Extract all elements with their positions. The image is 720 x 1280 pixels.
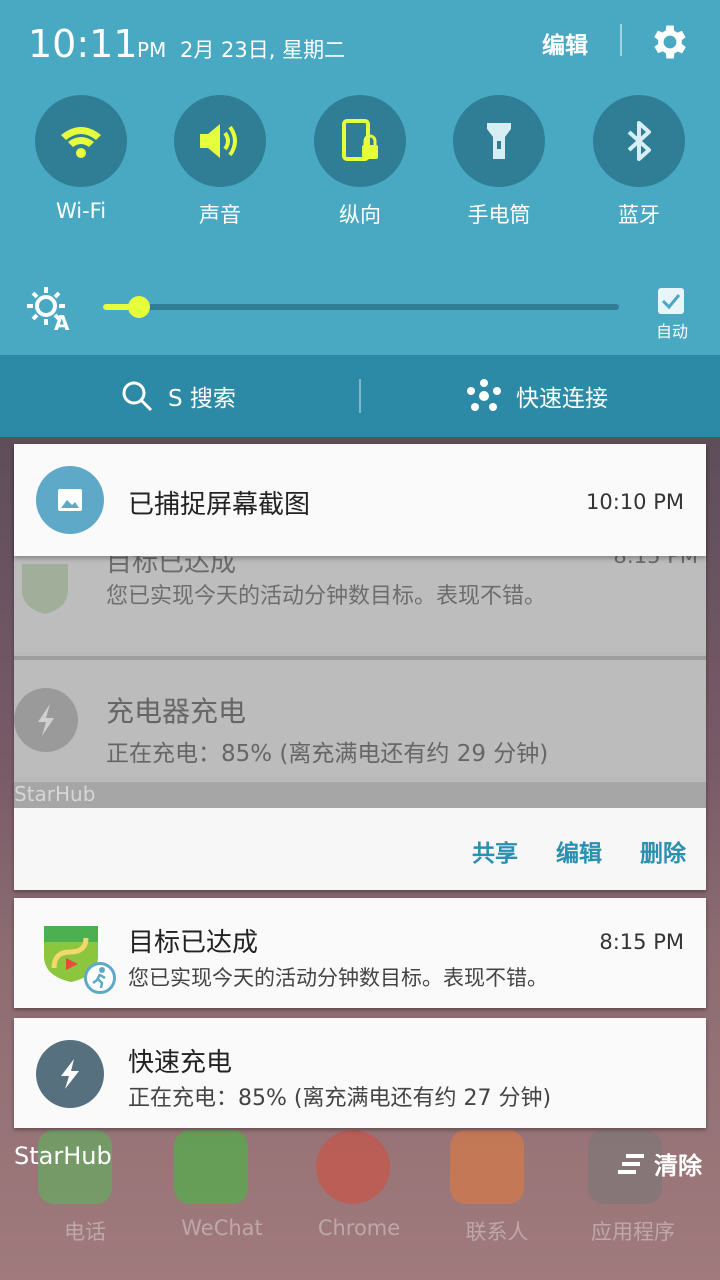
- edit-quick-settings-button[interactable]: 编辑: [542, 26, 588, 60]
- preview-charge-icon: [14, 688, 78, 752]
- toggle-wifi[interactable]: Wi-Fi: [35, 95, 127, 223]
- notification-title: 目标已达成: [128, 928, 259, 958]
- preview-charge-text: 正在充电：85% (离充满电还有约 29 分钟): [106, 741, 549, 767]
- dock-label-chrome: Chrome: [317, 1216, 401, 1240]
- toggle-sound[interactable]: 声音: [174, 95, 266, 229]
- auto-brightness-label: 自动: [655, 322, 688, 341]
- brightness-auto-icon: A: [27, 287, 70, 332]
- preview-fitness-icon: [22, 564, 68, 614]
- quick-connect-icon: [467, 379, 501, 411]
- auto-brightness-checkbox[interactable]: [658, 288, 684, 314]
- portrait-toggle-circle[interactable]: [314, 95, 406, 187]
- brightness-slider[interactable]: [103, 296, 619, 318]
- image-icon: [58, 489, 82, 511]
- toggle-label: Wi-Fi: [55, 199, 107, 223]
- screenshot-actions: 共享 编辑 删除: [472, 834, 686, 868]
- flashlight-toggle-circle[interactable]: [453, 95, 545, 187]
- wifi-icon: [61, 127, 101, 158]
- preview-charge-title: 充电器充电: [106, 695, 247, 728]
- s-search-label: S 搜索: [168, 386, 236, 412]
- carrier-label: StarHub: [14, 1142, 112, 1170]
- toggle-label: 声音: [199, 203, 241, 227]
- activity-badge: [84, 962, 116, 994]
- search-connect-bar: S 搜索 快速连接: [0, 355, 720, 437]
- clear-all-icon: [618, 1153, 644, 1174]
- dock-label-wechat: WeChat: [181, 1216, 263, 1240]
- toggle-label: 手电筒: [467, 203, 531, 227]
- toggle-label: 纵向: [339, 203, 381, 227]
- preview-goal-text: 您已实现今天的活动分钟数目标。表现不错。: [106, 584, 547, 609]
- gear-icon[interactable]: [648, 20, 692, 64]
- toggle-bluetooth[interactable]: 蓝牙: [593, 95, 685, 229]
- speaker-icon: [200, 124, 237, 158]
- delete-button[interactable]: 删除: [640, 834, 686, 868]
- preview-charge-row: 充电器充电 正在充电：85% (离充满电还有约 29 分钟): [14, 656, 706, 778]
- chrome-app-icon: [316, 1130, 390, 1204]
- dock-label-phone: 电话: [64, 1220, 106, 1244]
- preview-goal-title: 目标已达成: [106, 556, 237, 578]
- s-search-button[interactable]: S 搜索: [120, 375, 236, 417]
- date: 2月 23日, 星期二: [180, 38, 346, 62]
- toggle-portrait[interactable]: 纵向: [314, 95, 406, 229]
- preview-bottom-strip: StarHub: [14, 782, 706, 808]
- dock-label-apps: 应用程序: [591, 1220, 675, 1244]
- quick-settings-panel: 10:11 PM 2月 23日, 星期二 编辑 Wi-Fi 声音 纵向 手电筒 …: [0, 0, 720, 355]
- notification-time: 10:10 PM: [586, 490, 684, 514]
- clock: 10:11: [28, 22, 138, 66]
- fast-charging-notification[interactable]: 快速充电 正在充电：85% (离充满电还有约 27 分钟): [14, 1018, 706, 1128]
- share-button[interactable]: 共享: [472, 834, 518, 868]
- preview-goal-row: 目标已达成 8:15 PM 您已实现今天的活动分钟数目标。表现不错。: [14, 556, 706, 652]
- screenshot-notification-header[interactable]: 已捕捉屏幕截图 10:10 PM: [14, 444, 706, 556]
- goal-notification[interactable]: 目标已达成 8:15 PM 您已实现今天的活动分钟数目标。表现不错。: [14, 898, 706, 1008]
- notification-text: 正在充电：85% (离充满电还有约 27 分钟): [128, 1086, 552, 1111]
- bluetooth-icon: [627, 121, 651, 161]
- clear-all-button[interactable]: 清除: [616, 1146, 702, 1181]
- bluetooth-toggle-circle[interactable]: [593, 95, 685, 187]
- edit-button[interactable]: 编辑: [556, 834, 602, 868]
- quick-connect-label: 快速连接: [516, 386, 608, 412]
- clock-ampm: PM: [137, 38, 167, 62]
- dock-label-contacts: 联系人: [465, 1220, 529, 1244]
- toggle-flashlight[interactable]: 手电筒: [453, 95, 545, 229]
- bolt-icon: [38, 704, 54, 736]
- preview-carrier: StarHub: [14, 782, 96, 806]
- flashlight-icon: [487, 123, 511, 159]
- sound-toggle-circle[interactable]: [174, 95, 266, 187]
- screenshot-preview-image[interactable]: 目标已达成 8:15 PM 您已实现今天的活动分钟数目标。表现不错。 充电器充电…: [14, 556, 706, 808]
- notification-title: 已捕捉屏幕截图: [128, 490, 311, 520]
- divider: [620, 24, 622, 56]
- screenshot-notification[interactable]: 已捕捉屏幕截图 10:10 PM 目标已达成 8:15 PM 您已实现今天的活动…: [14, 444, 706, 890]
- svg-text:A: A: [54, 311, 70, 332]
- charging-app-icon: [36, 1040, 104, 1108]
- bolt-icon: [61, 1059, 79, 1089]
- checkmark-icon: [661, 294, 681, 310]
- notification-time: 8:15 PM: [599, 930, 684, 954]
- notification-title: 快速充电: [128, 1048, 233, 1078]
- preview-goal-time: 8:15 PM: [613, 556, 698, 568]
- contacts-app-icon: [450, 1130, 524, 1204]
- search-icon: [122, 381, 153, 412]
- notification-text: 您已实现今天的活动分钟数目标。表现不错。: [128, 966, 548, 990]
- wifi-toggle-circle[interactable]: [35, 95, 127, 187]
- clear-all-label: 清除: [654, 1152, 702, 1180]
- toggle-label: 蓝牙: [618, 203, 660, 227]
- brightness-knob[interactable]: [128, 296, 151, 318]
- portrait-lock-icon: [342, 119, 378, 161]
- screenshot-app-icon: [36, 466, 104, 534]
- running-person-icon: [92, 967, 106, 989]
- status-row: 10:11 PM 2月 23日, 星期二 编辑: [28, 18, 720, 78]
- divider: [359, 379, 361, 413]
- quick-connect-button[interactable]: 快速连接: [466, 375, 608, 417]
- wechat-app-icon: [174, 1130, 248, 1204]
